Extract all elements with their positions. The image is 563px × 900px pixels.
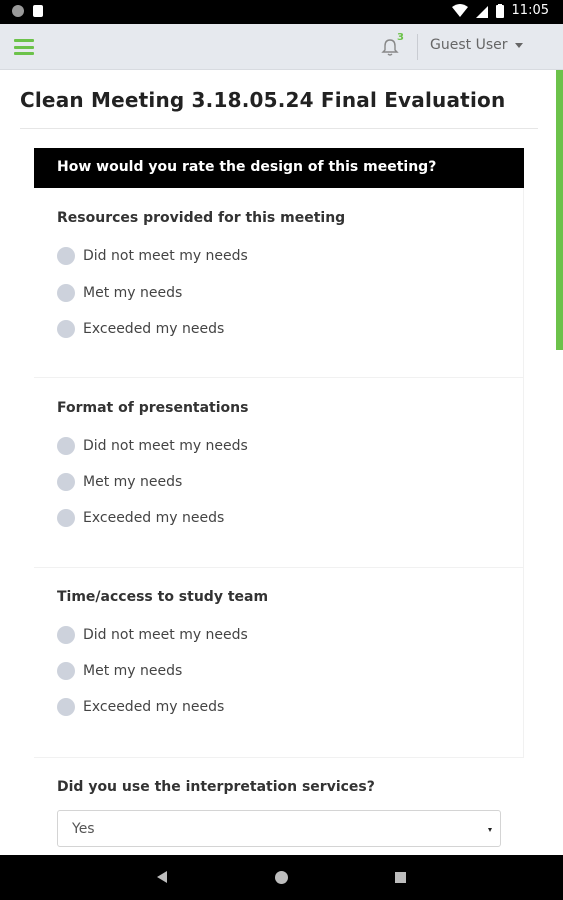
radio-button[interactable]	[57, 284, 75, 302]
radio-button[interactable]	[57, 698, 75, 716]
user-menu[interactable]: Guest User	[430, 37, 524, 53]
radio-option[interactable]: Exceeded my needs	[57, 509, 224, 527]
page-title: Clean Meeting 3.18.05.24 Final Evaluatio…	[20, 88, 506, 112]
option-label: Exceeded my needs	[83, 510, 225, 526]
battery-icon	[495, 3, 504, 18]
back-icon[interactable]	[157, 871, 167, 883]
question-label: Resources provided for this meeting	[57, 210, 346, 226]
menu-icon[interactable]	[14, 39, 34, 55]
radio-option[interactable]: Exceeded my needs	[57, 698, 224, 716]
chevron-down-icon	[488, 828, 492, 832]
option-label: Did not meet my needs	[83, 438, 248, 454]
section-heading: How would you rate the design of this me…	[34, 148, 524, 188]
radio-option[interactable]: Did not meet my needs	[57, 626, 248, 644]
option-label: Exceeded my needs	[83, 321, 225, 337]
clock: 11:05	[511, 3, 549, 18]
radio-option[interactable]: Exceeded my needs	[57, 320, 224, 338]
question-label: Format of presentations	[57, 400, 249, 416]
wifi-icon	[451, 3, 468, 17]
radio-option[interactable]: Did not meet my needs	[57, 437, 248, 455]
question-label: Time/access to study team	[57, 589, 269, 605]
question-label: Did you use the interpretation services?	[57, 779, 375, 795]
recent-apps-icon[interactable]	[395, 872, 406, 883]
radio-button[interactable]	[57, 626, 75, 644]
notification-badge: 3	[397, 32, 404, 43]
radio-button[interactable]	[57, 662, 75, 680]
radio-button[interactable]	[57, 509, 75, 527]
option-label: Met my needs	[83, 474, 183, 490]
radio-button[interactable]	[57, 320, 75, 338]
status-bar: 11:05	[0, 0, 563, 24]
question-card: Format of presentations Did not meet my …	[34, 378, 524, 568]
clipboard-icon	[33, 5, 43, 17]
radio-option[interactable]: Did not meet my needs	[57, 247, 248, 265]
divider	[417, 34, 418, 60]
option-label: Did not meet my needs	[83, 627, 248, 643]
select-value: Yes	[72, 821, 95, 837]
navigation-bar	[0, 855, 563, 900]
option-label: Met my needs	[83, 285, 183, 301]
option-label: Met my needs	[83, 663, 183, 679]
notification-dot-icon	[12, 5, 24, 17]
radio-button[interactable]	[57, 473, 75, 491]
divider	[20, 128, 538, 129]
question-card: Time/access to study team Did not meet m…	[34, 568, 524, 758]
option-label: Exceeded my needs	[83, 699, 225, 715]
radio-button[interactable]	[57, 247, 75, 265]
home-icon[interactable]	[275, 871, 288, 884]
radio-option[interactable]: Met my needs	[57, 284, 182, 302]
radio-button[interactable]	[57, 437, 75, 455]
scroll-indicator[interactable]	[556, 70, 563, 350]
signal-icon	[475, 5, 488, 18]
question-card: Resources provided for this meeting Did …	[34, 188, 524, 378]
app-header: 3 Guest User	[0, 24, 563, 70]
radio-option[interactable]: Met my needs	[57, 662, 182, 680]
interpretation-select[interactable]: Yes	[57, 810, 501, 847]
radio-option[interactable]: Met my needs	[57, 473, 182, 491]
option-label: Did not meet my needs	[83, 248, 248, 264]
chevron-down-icon	[515, 42, 524, 48]
user-name: Guest User	[430, 37, 508, 53]
